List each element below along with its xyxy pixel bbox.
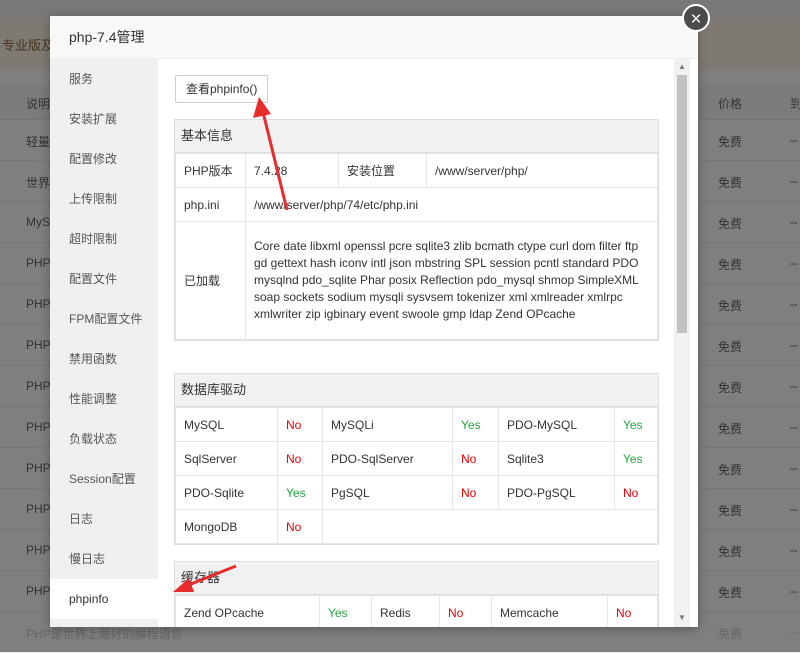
- phpinfo-panel: 查看phpinfo() 基本信息 PHP版本 7.4.28 安装位置 /www/…: [158, 59, 678, 627]
- install-path-value: /www/server/php/: [426, 153, 658, 188]
- driver-status: No: [614, 475, 658, 510]
- sidebar-item-9[interactable]: 负载状态: [50, 419, 158, 459]
- driver-name: PgSQL: [322, 475, 453, 510]
- dialog-sidebar: 服务 安装扩展 配置修改 上传限制 超时限制 配置文件 FPM配置文件 禁用函数 性能调整 负载状…: [50, 59, 158, 627]
- background-cell-price: 免费: [718, 627, 743, 641]
- driver-name: PDO-Sqlite: [175, 475, 278, 510]
- scrollbar-thumb[interactable]: [677, 75, 687, 333]
- cache-title: 缓存器: [175, 562, 658, 595]
- driver-status: Yes: [277, 475, 323, 510]
- driver-name: MongoDB: [175, 509, 278, 544]
- sidebar-item-0[interactable]: 服务: [50, 59, 158, 99]
- sidebar-item-13[interactable]: phpinfo: [50, 579, 158, 619]
- install-path-label: 安装位置: [338, 153, 427, 188]
- dialog-title: php-7.4管理: [50, 16, 698, 59]
- sidebar-item-10[interactable]: Session配置: [50, 459, 158, 499]
- php-manage-dialog: php-7.4管理 服务 安装扩展 配置修改 上传限制 超时限制 配置文件 FPM配置文件禁…: [50, 16, 698, 627]
- sidebar-item-3[interactable]: 上传限制: [50, 179, 158, 219]
- db-driver-section: 数据库驱动 MySQL No MySQLi Yes PDO-MySQL Yes SqlSer…: [174, 373, 659, 545]
- scroll-up-icon[interactable]: ▲: [678, 62, 686, 71]
- php-version-value: 7.4.28: [245, 153, 339, 188]
- basic-info-section: 基本信息 PHP版本 7.4.28 安装位置 /www/server/php/ …: [174, 119, 659, 341]
- background-cell-desc: PHP是世界上最好的编程语言: [26, 627, 183, 641]
- background-cell-due: --: [790, 625, 798, 639]
- driver-name: PDO-SqlServer: [322, 441, 453, 476]
- sidebar-item-5[interactable]: 配置文件: [50, 259, 158, 299]
- sidebar-item-8[interactable]: 性能调整: [50, 379, 158, 419]
- driver-name: PDO-PgSQL: [498, 475, 615, 510]
- cache-section: 缓存器 Zend OPcache Yes Redis No Memcache No: [174, 561, 659, 627]
- basic-info-title: 基本信息: [175, 120, 658, 153]
- driver-status: No: [277, 407, 323, 442]
- sidebar-item-6[interactable]: FPM配置文件: [50, 299, 158, 339]
- content-scrollbar[interactable]: ▲ ▼: [674, 59, 690, 627]
- loaded-extensions-label: 已加载: [175, 221, 246, 340]
- cache-table: Zend OPcache Yes Redis No Memcache No: [175, 595, 658, 627]
- driver-name: SqlServer: [175, 441, 278, 476]
- driver-name: Zend OPcache: [175, 595, 320, 627]
- loaded-extensions-list: Core date libxml openssl pcre sqlite3 zl…: [245, 221, 658, 340]
- db-driver-title: 数据库驱动: [175, 374, 658, 407]
- basic-info-table: PHP版本 7.4.28 安装位置 /www/server/php/ php.i…: [175, 153, 658, 340]
- driver-status: No: [277, 509, 323, 544]
- sidebar-item-7[interactable]: 禁用函数: [50, 339, 158, 379]
- sidebar-item-4[interactable]: 超时限制: [50, 219, 158, 259]
- driver-status: Yes: [319, 595, 372, 627]
- driver-status: No: [439, 595, 492, 627]
- close-dialog-button[interactable]: ×: [682, 4, 710, 32]
- driver-status: Yes: [452, 407, 499, 442]
- php-ini-path: /www/server/php/74/etc/php.ini: [245, 187, 658, 222]
- sidebar-item-11[interactable]: 日志: [50, 499, 158, 539]
- sidebar-item-1[interactable]: 安装扩展: [50, 99, 158, 139]
- driver-status: No: [452, 441, 499, 476]
- driver-name: MySQLi: [322, 407, 453, 442]
- driver-name: Memcache: [491, 595, 608, 627]
- driver-name: Redis: [371, 595, 440, 627]
- driver-status: No: [277, 441, 323, 476]
- driver-name: PDO-MySQL: [498, 407, 615, 442]
- empty-cell: [322, 509, 658, 544]
- driver-status: Yes: [614, 441, 658, 476]
- scroll-down-icon[interactable]: ▼: [678, 613, 686, 622]
- db-driver-table: MySQL No MySQLi Yes PDO-MySQL Yes SqlServer No P…: [175, 407, 658, 544]
- php-version-label: PHP版本: [175, 153, 246, 188]
- sidebar-item-2[interactable]: 配置修改: [50, 139, 158, 179]
- driver-name: Sqlite3: [498, 441, 615, 476]
- view-phpinfo-button[interactable]: 查看phpinfo(): [175, 75, 269, 103]
- driver-status: No: [452, 475, 499, 510]
- driver-status: No: [607, 595, 658, 627]
- driver-status: Yes: [614, 407, 658, 442]
- sidebar-item-12[interactable]: 慢日志: [50, 539, 158, 579]
- php-ini-label: php.ini: [175, 187, 246, 222]
- driver-name: MySQL: [175, 407, 278, 442]
